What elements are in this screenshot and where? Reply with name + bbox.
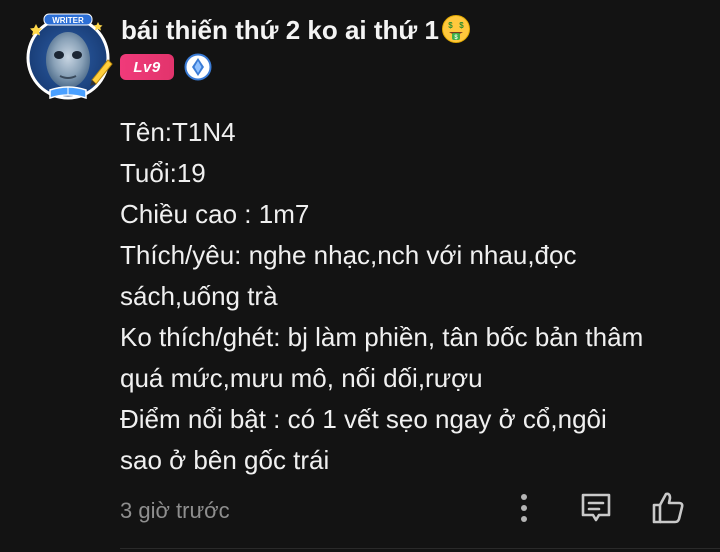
- avatar[interactable]: WRITER: [22, 10, 114, 102]
- more-options-button[interactable]: [506, 489, 542, 531]
- more-vertical-icon: [519, 492, 529, 529]
- money-mouth-face-icon: $ $ $: [441, 14, 471, 51]
- comment-divider: [120, 548, 720, 549]
- comment-line: sách,uống trà: [120, 281, 278, 311]
- svg-text:$: $: [448, 21, 453, 30]
- comment-reply-icon: [579, 491, 613, 530]
- comment-line: quá mức,mưu mô, nối dối,rượu: [120, 363, 483, 393]
- author-name-text: bái thiến thứ 2 ko ai thứ 1: [121, 15, 439, 45]
- author-name[interactable]: bái thiến thứ 2 ko ai thứ 1 $ $ $: [121, 14, 471, 51]
- comment-actions: [0, 489, 720, 531]
- comment-line: sao ở bên gốc trái: [120, 445, 330, 475]
- comment-line: Ko thích/ghét: bj làm phiền, tân bốc bản…: [120, 322, 644, 352]
- comment-card: WRITER bái thiến thứ 2 ko ai thứ 1 $ $ $ Lv…: [0, 0, 720, 552]
- comment-body: Tên:T1N4 Tuổi:19 Chiều cao : 1m7 Thích/y…: [120, 112, 700, 481]
- comment-line: Điểm nổi bật : có 1 vết sẹo ngay ở cổ,ng…: [120, 404, 607, 434]
- reply-button[interactable]: [576, 489, 616, 531]
- comment-line: Chiều cao : 1m7: [120, 199, 310, 229]
- comment-line: Thích/yêu: nghe nhạc,nch với nhau,đọc: [120, 240, 577, 270]
- diamond-role-icon[interactable]: [184, 53, 212, 81]
- level-badge: Lv9: [120, 54, 174, 80]
- avatar-image: WRITER: [26, 13, 113, 100]
- svg-text:WRITER: WRITER: [52, 16, 84, 25]
- like-button[interactable]: [648, 489, 688, 531]
- author-badges: Lv9: [120, 53, 212, 81]
- thumbs-up-icon: [650, 490, 686, 531]
- comment-line: Tên:T1N4: [120, 117, 236, 147]
- svg-text:$: $: [459, 21, 464, 30]
- comment-line: Tuổi:19: [120, 158, 206, 188]
